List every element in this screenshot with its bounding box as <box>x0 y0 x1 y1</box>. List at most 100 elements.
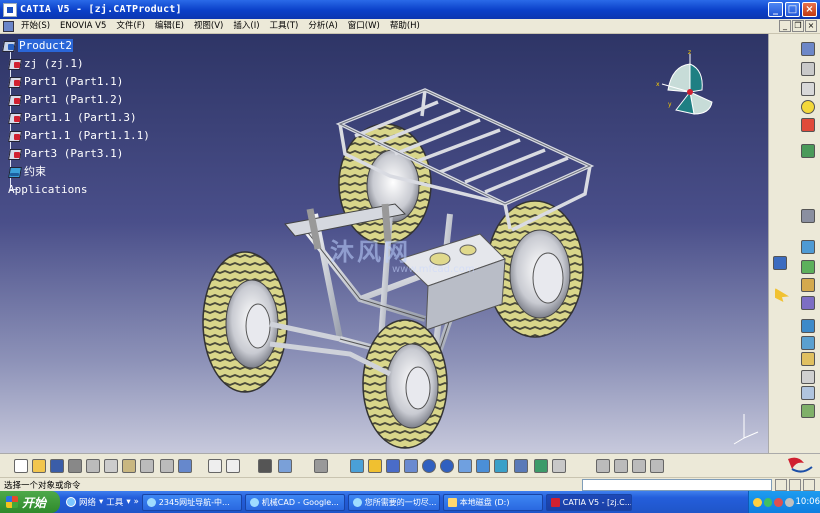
sectioning-icon[interactable] <box>801 144 815 158</box>
comment-icon[interactable] <box>226 459 240 473</box>
tree-item[interactable]: Part1.1 (Part1.1.1) <box>2 126 150 144</box>
tree-root[interactable]: Product2 <box>2 36 150 54</box>
cut-plane-icon[interactable] <box>614 459 628 473</box>
task-button-active[interactable]: CATIA V5 - [zj.C... <box>545 493 632 511</box>
tree-item-label[interactable]: 约束 <box>24 163 46 179</box>
tray-icon[interactable] <box>753 497 762 507</box>
glasses-icon[interactable] <box>801 82 815 96</box>
tree-applications[interactable]: Applications <box>2 180 150 198</box>
ie-icon[interactable] <box>66 497 76 507</box>
close-button[interactable]: × <box>802 2 817 17</box>
menu-start[interactable]: 开始(S) <box>16 19 55 33</box>
paste-icon[interactable] <box>122 459 136 473</box>
rotate-icon[interactable] <box>404 459 418 473</box>
save-icon[interactable] <box>50 459 64 473</box>
catia-app-icon[interactable] <box>3 2 17 17</box>
menu-tools[interactable]: 工具(T) <box>265 19 304 33</box>
fly-mode-icon[interactable] <box>350 459 364 473</box>
measure-icon[interactable] <box>650 459 664 473</box>
open-icon[interactable] <box>32 459 46 473</box>
tree-item[interactable]: Part1.1 (Part1.3) <box>2 108 150 126</box>
zoom-in-icon[interactable] <box>422 459 436 473</box>
tree-item-label[interactable]: Part3 (Part3.1) <box>24 147 123 160</box>
tree-item[interactable]: Part1 (Part1.1) <box>2 72 150 90</box>
compass-icon[interactable]: z x y <box>650 48 720 128</box>
tree-applications-label[interactable]: Applications <box>8 183 87 196</box>
offset-icon[interactable] <box>801 296 815 310</box>
status-info-button[interactable] <box>789 479 801 491</box>
print-icon[interactable] <box>68 459 82 473</box>
minimize-button[interactable]: _ <box>768 2 783 17</box>
chevron-right-icon[interactable]: » <box>134 497 139 507</box>
doc-close-button[interactable]: × <box>805 20 817 32</box>
clash-icon[interactable] <box>801 118 815 132</box>
bill-of-material-icon[interactable] <box>801 370 815 384</box>
title-bar[interactable]: CATIA V5 - [zj.CATProduct] _ □ × <box>0 0 820 19</box>
whats-this-icon[interactable] <box>178 459 192 473</box>
tree-root-label[interactable]: Product2 <box>18 38 73 52</box>
status-help-button[interactable] <box>803 479 815 491</box>
coincidence-icon[interactable] <box>801 260 815 274</box>
redo-icon[interactable] <box>160 459 174 473</box>
new-icon[interactable] <box>14 459 28 473</box>
zoom-out-icon[interactable] <box>440 459 454 473</box>
menu-analysis[interactable]: 分析(A) <box>303 19 342 33</box>
iso-view-icon[interactable] <box>494 459 508 473</box>
mesh-icon[interactable] <box>596 459 610 473</box>
pan-icon[interactable] <box>386 459 400 473</box>
select-arrow-icon[interactable] <box>775 288 789 302</box>
task-button[interactable]: 2345网址导航-中... <box>141 493 242 511</box>
status-stop-button[interactable] <box>775 479 787 491</box>
tree-item-constraints[interactable]: 约束 <box>2 162 150 180</box>
cut-icon[interactable] <box>86 459 100 473</box>
annotation-icon[interactable] <box>801 404 815 418</box>
volume-icon[interactable] <box>784 497 794 507</box>
swap-visible-icon[interactable] <box>552 459 566 473</box>
menu-insert[interactable]: 插入(I) <box>228 19 264 33</box>
quick-network[interactable]: 网络 <box>79 496 96 508</box>
lightbulb-icon[interactable] <box>801 100 815 114</box>
components-icon[interactable] <box>801 62 815 76</box>
multi-view-icon[interactable] <box>476 459 490 473</box>
normal-view-icon[interactable] <box>458 459 472 473</box>
clock[interactable]: 10:06 <box>796 497 820 507</box>
tray-icon[interactable] <box>763 497 773 507</box>
chevron-down-icon[interactable]: ▾ <box>99 497 103 507</box>
doc-minimize-button[interactable]: _ <box>779 20 791 32</box>
tray-icon[interactable] <box>774 497 783 507</box>
product-structure-icon[interactable] <box>801 42 815 56</box>
task-button[interactable]: 本地磁盘 (D:) <box>442 493 543 511</box>
formula-icon[interactable] <box>208 459 222 473</box>
menu-file[interactable]: 文件(F) <box>111 19 150 33</box>
catalog-icon[interactable] <box>773 256 787 270</box>
command-input[interactable] <box>582 479 772 491</box>
tree-item[interactable]: zj (zj.1) <box>2 54 150 72</box>
magnifier-icon[interactable] <box>632 459 646 473</box>
doc-restore-button[interactable]: ❐ <box>792 20 804 32</box>
start-button[interactable]: 开始 <box>0 491 60 513</box>
menu-help[interactable]: 帮助(H) <box>385 19 425 33</box>
scenes-icon[interactable] <box>801 386 815 400</box>
task-button[interactable]: 机械CAD - Google... <box>244 493 345 511</box>
update-icon[interactable] <box>801 319 815 333</box>
3d-viewport[interactable]: Product2 zj (zj.1) Part1 (Part1.1) Part1… <box>0 34 768 453</box>
table-icon[interactable] <box>258 459 272 473</box>
document-icon[interactable] <box>3 20 14 32</box>
menu-window[interactable]: 窗口(W) <box>343 19 385 33</box>
tree-item[interactable]: Part1 (Part1.2) <box>2 90 150 108</box>
reuse-pattern-icon[interactable] <box>801 352 815 366</box>
quick-tools[interactable]: 工具 <box>106 496 123 508</box>
tree-item-label[interactable]: zj (zj.1) <box>24 57 84 70</box>
tree-item-label[interactable]: Part1 (Part1.1) <box>24 75 123 88</box>
copy-icon[interactable] <box>104 459 118 473</box>
chevron-down-icon[interactable]: ▾ <box>126 497 130 507</box>
tree-expand-icon[interactable] <box>278 459 292 473</box>
tree-item-label[interactable]: Part1 (Part1.2) <box>24 93 123 106</box>
maximize-button[interactable]: □ <box>785 2 800 17</box>
menu-edit[interactable]: 编辑(E) <box>150 19 189 33</box>
task-button[interactable]: 您所需要的一切尽... <box>347 493 440 511</box>
constraint-icon[interactable] <box>801 240 815 254</box>
tree-item-label[interactable]: Part1.1 (Part1.3) <box>24 111 137 124</box>
move-icon[interactable] <box>801 209 815 223</box>
tree-item-label[interactable]: Part1.1 (Part1.1.1) <box>24 129 150 142</box>
